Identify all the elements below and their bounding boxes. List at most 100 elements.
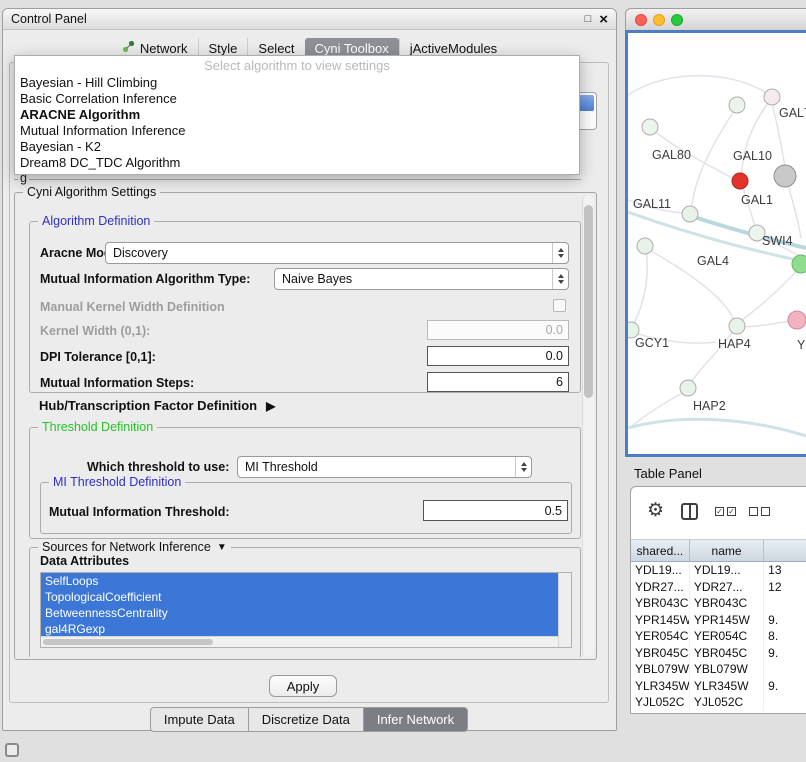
attribute-item-selected[interactable]: SelfLoops — [41, 573, 558, 589]
which-threshold-select[interactable]: MI Threshold — [237, 456, 532, 478]
settings-scrollbar[interactable] — [582, 195, 594, 657]
table-cell[interactable]: 12 — [764, 579, 806, 596]
network-node — [637, 238, 653, 254]
scrollbar-thumb[interactable] — [584, 205, 593, 398]
table-cell[interactable]: 9. — [764, 678, 806, 695]
mi-threshold-title: MI Threshold Definition — [49, 475, 185, 489]
table-row[interactable]: YBL079W YBL079W — [631, 661, 806, 678]
table-cell[interactable]: YDL19... — [690, 562, 764, 579]
deselect-all-icon[interactable] — [749, 507, 770, 516]
aracne-mode-select[interactable]: Discovery — [105, 242, 569, 264]
table-cell[interactable] — [764, 661, 806, 678]
table-cell[interactable]: YDR27... — [690, 579, 764, 596]
network-node-label[interactable]: GCY1 — [635, 336, 669, 350]
network-node-label[interactable]: GAL4 — [697, 254, 729, 268]
attribute-list-vscrollbar[interactable] — [558, 573, 571, 647]
algorithm-option[interactable]: Dream8 DC_TDC Algorithm — [15, 155, 579, 171]
restore-panel-icon[interactable] — [5, 743, 19, 757]
network-window-titlebar[interactable] — [625, 8, 806, 30]
algorithm-option-selected[interactable]: ARACNE Algorithm — [15, 107, 579, 123]
table-cell[interactable]: YDR27... — [631, 579, 690, 596]
table-cell[interactable]: YBL079W — [690, 661, 764, 678]
mi-threshold-input[interactable]: 0.5 — [423, 500, 568, 521]
close-traffic-light-icon[interactable] — [635, 14, 647, 26]
network-node-label[interactable]: HAP2 — [693, 399, 726, 413]
attribute-item-selected[interactable]: gal4RGexp — [41, 621, 558, 637]
tab-discretize-data[interactable]: Discretize Data — [248, 707, 364, 732]
zoom-traffic-light-icon[interactable] — [671, 14, 683, 26]
column-header-cut[interactable] — [764, 540, 806, 561]
network-node-label[interactable]: GAL11 — [633, 197, 671, 211]
column-header-name[interactable]: name — [690, 540, 764, 561]
attribute-item-selected[interactable]: TopologicalCoefficient — [41, 589, 558, 605]
network-node-label[interactable]: GAL7 — [779, 106, 806, 120]
table-cell[interactable] — [764, 694, 806, 711]
table-cell[interactable]: YDL19... — [631, 562, 690, 579]
table-cell[interactable]: YBR043C — [631, 595, 690, 612]
attribute-item-selected[interactable]: BetweennessCentrality — [41, 605, 558, 621]
network-node-label[interactable]: GAL10 — [733, 149, 772, 163]
algorithm-placeholder[interactable]: Select algorithm to view settings — [15, 57, 579, 75]
table-cell[interactable]: 13 — [764, 562, 806, 579]
network-node-label[interactable]: SWI4 — [762, 234, 793, 248]
table-cell[interactable]: YBR043C — [690, 595, 764, 612]
control-panel-titlebar[interactable]: Control Panel □ × — [3, 9, 616, 30]
threshold-definition-group: Threshold Definition Which threshold to … — [29, 427, 581, 539]
table-row[interactable]: YPR145W YPR145W 9. — [631, 612, 806, 629]
table-row[interactable]: YER054C YER054C 8. — [631, 628, 806, 645]
table-cell[interactable]: YLR345W — [631, 678, 690, 695]
algorithm-option[interactable]: Bayesian - Hill Climbing — [15, 75, 579, 91]
column-header-shared-name[interactable]: shared... — [631, 540, 690, 561]
table-row[interactable]: YDL19... YDL19... 13 — [631, 562, 806, 579]
algorithm-option[interactable]: Mutual Information Inference — [15, 123, 579, 139]
table-cell[interactable]: YBR045C — [631, 645, 690, 662]
float-window-icon[interactable]: □ — [585, 13, 592, 25]
network-node-pink — [788, 311, 806, 329]
sources-title-row[interactable]: Sources for Network Inference ▼ — [38, 540, 231, 554]
table-cell[interactable]: YLR345W — [690, 678, 764, 695]
mi-type-select[interactable]: Naive Bayes — [274, 268, 569, 290]
network-node-label[interactable]: HAP4 — [718, 337, 751, 351]
table-cell[interactable]: 8. — [764, 628, 806, 645]
table-cell[interactable]: YPR145W — [631, 612, 690, 629]
mi-steps-input[interactable]: 6 — [427, 372, 569, 392]
table-row[interactable]: YBR045C YBR045C 9. — [631, 645, 806, 662]
table-cell[interactable]: 9. — [764, 645, 806, 662]
table-cell[interactable]: YJL052C — [631, 694, 690, 711]
table-cell[interactable]: YBR045C — [690, 645, 764, 662]
table-row[interactable]: YLR345W YLR345W 9. — [631, 678, 806, 695]
manual-kernel-checkbox[interactable] — [553, 299, 566, 312]
table-cell[interactable]: YPR145W — [690, 612, 764, 629]
tab-infer-network[interactable]: Infer Network — [363, 707, 468, 732]
mi-threshold-group: MI Threshold Definition Mutual Informati… — [40, 482, 572, 534]
table-row[interactable]: YJL052C YJL052C — [631, 694, 806, 711]
algorithm-option[interactable]: Basic Correlation Inference — [15, 91, 579, 107]
table-body: YDL19... YDL19... 13 YDR27... YDR27... 1… — [631, 562, 806, 711]
table-cell[interactable] — [764, 595, 806, 612]
table-cell[interactable]: YJL052C — [690, 694, 764, 711]
tab-impute-data[interactable]: Impute Data — [150, 707, 249, 732]
table-cell[interactable]: 9. — [764, 612, 806, 629]
network-node-label[interactable]: GAL1 — [741, 193, 773, 207]
dpi-tolerance-input[interactable]: 0.0 — [427, 346, 569, 366]
minimize-traffic-light-icon[interactable] — [653, 14, 665, 26]
select-all-icon[interactable]: ✓ ✓ — [715, 507, 736, 516]
network-node-label[interactable]: Y — [797, 338, 805, 352]
hub-definition-expander[interactable]: Hub/Transcription Factor Definition ▶ — [39, 398, 275, 413]
data-attributes-list[interactable]: SelfLoops TopologicalCoefficient Between… — [40, 572, 572, 648]
table-row[interactable]: YBR043C YBR043C — [631, 595, 806, 612]
apply-button[interactable]: Apply — [269, 675, 337, 697]
table-cell[interactable]: YER054C — [631, 628, 690, 645]
table-row[interactable]: YDR27... YDR27... 12 — [631, 579, 806, 596]
network-node-label[interactable]: GAL80 — [652, 148, 691, 162]
algorithm-option[interactable]: Bayesian - K2 — [15, 139, 579, 155]
control-panel-title: Control Panel — [11, 12, 87, 26]
columns-icon[interactable] — [681, 503, 698, 520]
table-cell[interactable]: YER054C — [690, 628, 764, 645]
attribute-list-hscrollbar[interactable] — [41, 636, 558, 647]
kernel-width-input[interactable]: 0.0 — [427, 320, 569, 340]
table-cell[interactable]: YBL079W — [631, 661, 690, 678]
scrollbar-thumb[interactable] — [43, 639, 213, 645]
close-icon[interactable]: × — [599, 13, 608, 26]
gear-icon[interactable]: ⚙ — [647, 499, 664, 522]
